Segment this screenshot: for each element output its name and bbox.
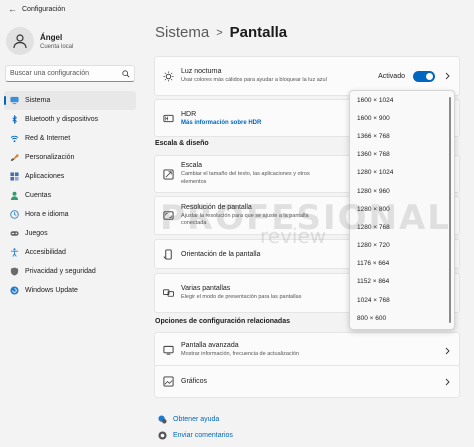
sidebar-item-label: Personalización xyxy=(25,154,75,161)
graphics-title: Gráficos xyxy=(181,378,208,385)
user-profile[interactable]: Ángel Cuenta local xyxy=(6,27,73,55)
get-help-label: Obtener ayuda xyxy=(173,416,220,423)
title-bar: ← Configuración xyxy=(0,0,474,18)
resolution-option[interactable]: 1366 × 768 xyxy=(350,127,454,145)
resolution-option[interactable]: 1024 × 768 xyxy=(350,291,454,309)
sidebar-item-label: Sistema xyxy=(25,97,51,104)
graphics-card[interactable]: Gráficos xyxy=(154,365,460,398)
back-arrow-icon[interactable]: ← xyxy=(8,4,17,14)
sidebar-item-label: Privacidad y seguridad xyxy=(25,268,96,275)
section-related: Opciones de configuración relacionadas xyxy=(155,318,290,325)
accessibility-icon xyxy=(10,248,19,257)
chevron-right-icon[interactable] xyxy=(443,378,451,386)
sidebar-item-cuentas[interactable]: Cuentas xyxy=(4,186,136,205)
resolution-option[interactable]: 1176 × 664 xyxy=(350,255,454,273)
breadcrumb: Sistema > Pantalla xyxy=(155,24,287,41)
help-icon xyxy=(158,415,167,424)
sidebar-item-label: Hora e idioma xyxy=(25,211,69,218)
night-light-toggle[interactable] xyxy=(413,70,435,82)
chevron-right-icon[interactable] xyxy=(443,347,451,355)
resolution-option[interactable]: 1360 × 768 xyxy=(350,146,454,164)
person-icon xyxy=(10,191,19,200)
resolution-option[interactable]: 1280 × 1024 xyxy=(350,164,454,182)
sidebar-item-privacidad[interactable]: Privacidad y seguridad xyxy=(4,262,136,281)
user-icon xyxy=(13,34,27,49)
profile-name: Ángel xyxy=(40,32,63,42)
profile-account-type: Cuenta local xyxy=(40,43,74,50)
scale-icon xyxy=(163,168,174,180)
update-icon xyxy=(10,286,19,295)
advanced-display-desc: Mostrar información, frecuencia de actua… xyxy=(181,351,300,358)
chevron-right-icon[interactable] xyxy=(443,72,451,80)
resolution-option[interactable]: 1600 × 900 xyxy=(350,109,454,127)
multiple-displays-icon xyxy=(163,288,174,297)
bluetooth-icon xyxy=(12,115,17,124)
watermark-logo-sub: review xyxy=(260,224,327,248)
sidebar-item-label: Windows Update xyxy=(25,287,78,294)
sidebar-item-label: Juegos xyxy=(25,230,48,237)
sidebar-item-personalizacion[interactable]: Personalización xyxy=(4,148,136,167)
sidebar-item-bluetooth[interactable]: Bluetooth y dispositivos xyxy=(4,110,136,129)
scale-desc: Cambiar el tamaño del texto, las aplicac… xyxy=(181,171,310,185)
monitor-icon xyxy=(10,96,19,105)
resolution-option[interactable]: 800 × 600 xyxy=(350,309,454,327)
sidebar-nav: Sistema Bluetooth y dispositivos Red & I… xyxy=(4,91,136,300)
night-light-desc: Usar colores más cálidos para ayudar a b… xyxy=(181,76,327,83)
sidebar: Ángel Cuenta local Buscar una configurac… xyxy=(0,18,142,447)
send-feedback-label: Enviar comentarios xyxy=(173,432,233,439)
sidebar-item-label: Bluetooth y dispositivos xyxy=(25,116,99,123)
breadcrumb-parent[interactable]: Sistema xyxy=(155,24,209,41)
monitor-icon xyxy=(163,345,174,355)
resolution-option[interactable]: 1152 × 864 xyxy=(350,273,454,291)
sidebar-item-aplicaciones[interactable]: Aplicaciones xyxy=(4,167,136,186)
resolution-option[interactable]: 1600 × 1024 xyxy=(350,91,454,109)
orientation-icon xyxy=(163,248,172,260)
night-light-state: Activado xyxy=(378,72,405,80)
sidebar-item-juegos[interactable]: Juegos xyxy=(4,224,136,243)
globe-clock-icon xyxy=(10,210,19,219)
sidebar-item-hora-idioma[interactable]: Hora e idioma xyxy=(4,205,136,224)
advanced-display-card[interactable]: Pantalla avanzada Mostrar información, f… xyxy=(154,332,460,369)
apps-icon xyxy=(10,172,19,181)
send-feedback-link[interactable]: Enviar comentarios xyxy=(158,431,233,440)
sidebar-item-label: Aplicaciones xyxy=(25,173,65,180)
sidebar-item-label: Red & Internet xyxy=(25,135,71,142)
sidebar-item-label: Accesibilidad xyxy=(25,249,66,256)
search-input[interactable]: Buscar una configuración xyxy=(5,65,135,82)
sidebar-item-red[interactable]: Red & Internet xyxy=(4,129,136,148)
brush-icon xyxy=(10,153,19,162)
shield-icon xyxy=(10,267,19,276)
search-placeholder: Buscar una configuración xyxy=(10,70,89,77)
resolution-option[interactable]: 1280 × 720 xyxy=(350,237,454,255)
feedback-icon xyxy=(158,431,167,440)
advanced-display-title: Pantalla avanzada xyxy=(181,342,239,350)
gamepad-icon xyxy=(10,231,19,236)
sun-icon xyxy=(163,70,174,82)
page-title: Pantalla xyxy=(229,24,288,41)
breadcrumb-separator: > xyxy=(216,26,223,39)
graphics-icon xyxy=(163,376,174,387)
window-title: Configuración xyxy=(22,5,66,13)
hdr-icon xyxy=(163,114,174,122)
wifi-icon xyxy=(10,135,19,143)
avatar xyxy=(6,27,34,55)
section-scale-layout: Escala & diseño xyxy=(155,140,209,147)
night-light-title: Luz nocturna xyxy=(181,67,222,75)
sidebar-item-accesibilidad[interactable]: Accesibilidad xyxy=(4,243,136,262)
sidebar-item-windows-update[interactable]: Windows Update xyxy=(4,281,136,300)
search-icon[interactable] xyxy=(122,69,130,78)
sidebar-item-sistema[interactable]: Sistema xyxy=(4,91,136,110)
get-help-link[interactable]: Obtener ayuda xyxy=(158,415,219,424)
sidebar-item-label: Cuentas xyxy=(25,192,52,199)
